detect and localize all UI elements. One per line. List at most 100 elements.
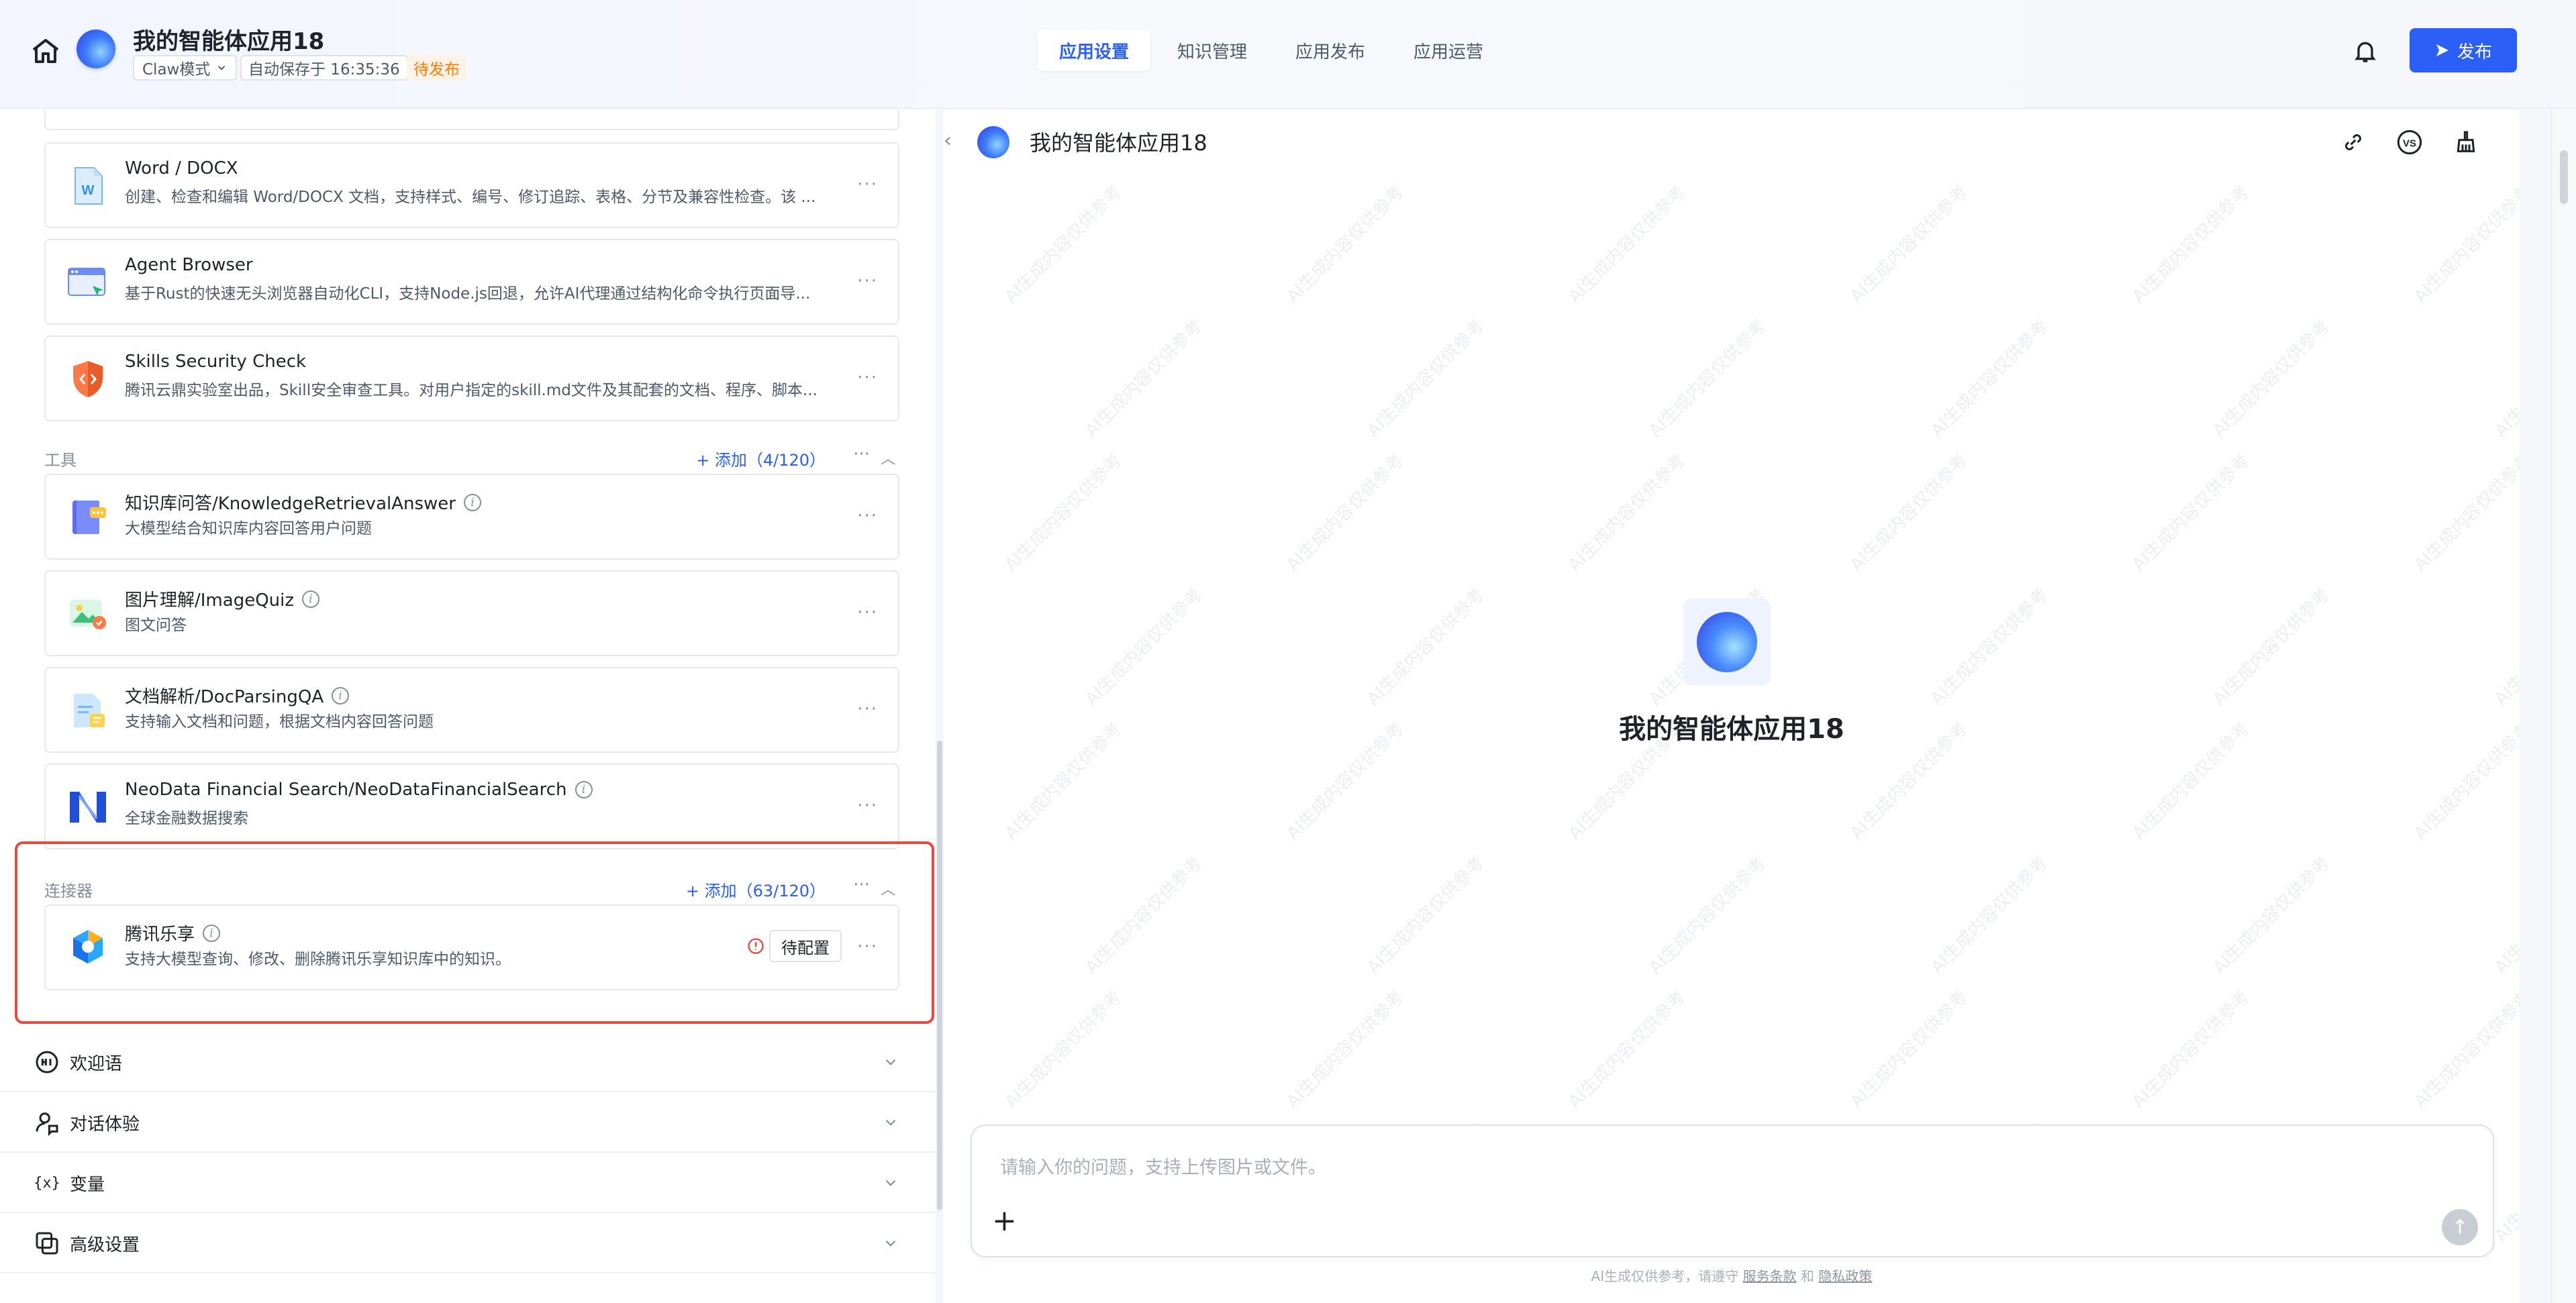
variables-section[interactable]: {x} 变量 (0, 1154, 936, 1213)
vs-compare-icon[interactable]: VS (2396, 129, 2423, 156)
more-icon[interactable]: ··· (857, 796, 878, 816)
connector-title-row: 腾讯乐享 i (125, 921, 221, 945)
chevron-left-icon[interactable]: ‹ (944, 129, 952, 152)
knowledge-book-icon (72, 501, 106, 534)
more-icon[interactable]: ··· (857, 271, 878, 291)
tool-card-doc-parsing[interactable]: 文档解析/DocParsingQA i 支持输入文档和问题，根据文档内容回答问题 … (44, 667, 899, 753)
watermark-text: AI生成内容仅供参考 (2491, 316, 2520, 441)
chevron-down-icon (885, 1240, 896, 1247)
section-label: 欢迎语 (70, 1053, 123, 1074)
chevron-up-icon[interactable]: ︿ (881, 447, 895, 468)
info-icon[interactable]: i (464, 493, 481, 511)
tool-card-image-quiz[interactable]: 图片理解/ImageQuiz i 图文问答 ··· (44, 570, 899, 656)
watermark-text: AI生成内容仅供参考 (1565, 450, 1690, 576)
tab-operations[interactable]: 应用运营 (1392, 30, 1505, 71)
watermark-text: AI生成内容仅供参考 (1363, 853, 1489, 978)
more-icon[interactable]: ··· (853, 444, 870, 464)
info-icon[interactable]: i (203, 924, 221, 942)
more-icon[interactable]: ··· (857, 937, 878, 957)
chevron-up-icon[interactable]: ︿ (881, 878, 895, 899)
info-icon[interactable]: i (332, 686, 350, 705)
more-icon[interactable]: ··· (853, 875, 870, 895)
mode-select[interactable]: Claw模式 (133, 55, 238, 81)
watermark-text: AI生成内容仅供参考 (1283, 182, 1408, 307)
watermark-text: AI生成内容仅供参考 (1283, 450, 1408, 576)
variable-icon: {x} (34, 1174, 60, 1192)
watermark-text: AI生成内容仅供参考 (2209, 316, 2334, 441)
more-icon[interactable]: ··· (857, 699, 878, 719)
hi-icon (36, 1051, 58, 1074)
add-attachment-icon[interactable]: + (992, 1206, 1017, 1236)
page-scrollbar[interactable] (2550, 110, 2576, 1303)
add-tool-button[interactable]: + 添加（4/120） (696, 447, 826, 470)
home-icon[interactable] (30, 35, 62, 67)
more-icon[interactable]: ··· (857, 603, 878, 623)
lexiang-logo-icon (73, 930, 103, 963)
section-label: 高级设置 (70, 1235, 140, 1255)
disclaimer-text: AI生成仅供参考，请遵守 (1591, 1268, 1739, 1284)
settings-copy-icon (36, 1232, 58, 1255)
skill-card-partial[interactable] (44, 110, 899, 130)
connector-title: 腾讯乐享 (125, 925, 195, 945)
tab-app-settings[interactable]: 应用设置 (1038, 30, 1151, 71)
svg-text:W: W (82, 183, 95, 198)
tool-title-row: 文档解析/DocParsingQA i (125, 683, 350, 708)
watermark-text: AI生成内容仅供参考 (1001, 182, 1126, 307)
tool-card-neodata[interactable]: NeoData Financial Search/NeoDataFinancia… (44, 764, 899, 849)
top-bar: 我的智能体应用18 Claw模式 自动保存于 16:35:36 待发布 应用设置… (0, 0, 2576, 109)
watermark-text: AI生成内容仅供参考 (2491, 584, 2520, 710)
clear-broom-icon[interactable] (2453, 129, 2479, 156)
tool-title: NeoData Financial Search/NeoDataFinancia… (125, 780, 567, 800)
watermark-text: AI生成内容仅供参考 (1363, 316, 1489, 441)
skill-card-security-check[interactable]: Skills Security Check 腾讯云鼎实验室出品，Skill安全审… (44, 335, 899, 421)
add-connector-button[interactable]: + 添加（63/120） (686, 878, 826, 901)
send-button[interactable]: ↑ (2442, 1209, 2478, 1245)
watermark-text: AI生成内容仅供参考 (1081, 853, 1207, 978)
publish-button[interactable]: 发布 (2410, 28, 2517, 72)
browser-icon (68, 268, 105, 296)
info-icon[interactable]: i (575, 781, 593, 798)
scrollbar-thumb[interactable] (2560, 150, 2568, 204)
chat-input-box[interactable]: 请输入你的问题，支持上传图片或文件。 + ↑ (971, 1125, 2494, 1257)
watermark-text: AI生成内容仅供参考 (1645, 316, 1771, 441)
connector-card-lexiang[interactable]: 腾讯乐享 i 支持大模型查询、修改、删除腾讯乐享知识库中的知识。 待配置 ··· (44, 904, 899, 990)
skill-title: Skills Security Check (125, 352, 307, 372)
welcome-section[interactable]: 欢迎语 (0, 1033, 936, 1092)
chat-input-placeholder[interactable]: 请输入你的问题，支持上传图片或文件。 (1000, 1153, 1326, 1179)
more-icon[interactable]: ··· (857, 506, 878, 526)
watermark-text: AI生成内容仅供参考 (1001, 987, 1126, 1112)
scrollbar-thumb[interactable] (937, 741, 942, 1210)
tool-title-row: NeoData Financial Search/NeoDataFinancia… (125, 780, 593, 800)
bell-icon[interactable] (2352, 38, 2379, 64)
chevron-down-icon (885, 1180, 896, 1186)
watermark-text: AI生成内容仅供参考 (2209, 584, 2334, 710)
left-scrollbar[interactable] (936, 110, 944, 1303)
watermark-text: AI生成内容仅供参考 (2491, 853, 2520, 978)
tool-desc: 全球金融数据搜索 (125, 810, 248, 827)
more-icon[interactable]: ··· (857, 174, 878, 195)
watermark-text: AI生成内容仅供参考 (1001, 450, 1126, 576)
tool-desc: 大模型结合知识库内容回答用户问题 (125, 520, 372, 537)
tool-desc: 支持输入文档和问题，根据文档内容回答问题 (125, 713, 434, 731)
chat-experience-section[interactable]: 对话体验 (0, 1094, 936, 1153)
tab-publish[interactable]: 应用发布 (1274, 30, 1387, 71)
skill-card-agent-browser[interactable]: Agent Browser 基于Rust的快速无头浏览器自动化CLI，支持Nod… (44, 239, 899, 325)
privacy-link[interactable]: 隐私政策 (1818, 1268, 1872, 1284)
info-icon[interactable]: i (302, 590, 320, 608)
skill-card-word[interactable]: W Word / DOCX 创建、检查和编辑 Word/DOCX 文档，支持样式… (44, 142, 899, 228)
more-icon[interactable]: ··· (857, 368, 878, 388)
app-logo (977, 126, 1009, 158)
watermark-text: AI生成内容仅供参考 (1927, 584, 2052, 710)
tool-title: 知识库问答/KnowledgeRetrievalAnswer (125, 494, 456, 514)
tab-knowledge[interactable]: 知识管理 (1156, 30, 1269, 71)
chevron-down-icon (218, 66, 226, 70)
section-label: 变量 (70, 1174, 105, 1195)
watermark-text: AI生成内容仅供参考 (1565, 987, 1690, 1112)
tool-card-knowledge-retrieval[interactable]: 知识库问答/KnowledgeRetrievalAnswer i 大模型结合知识库… (44, 474, 899, 560)
link-icon[interactable] (2340, 129, 2367, 156)
watermark-text: AI生成内容仅供参考 (1363, 584, 1489, 710)
app-title[interactable]: 我的智能体应用18 (133, 23, 324, 56)
terms-link[interactable]: 服务条款 (1743, 1268, 1797, 1284)
configure-button[interactable]: 待配置 (769, 930, 842, 962)
advanced-settings-section[interactable]: 高级设置 (0, 1214, 936, 1273)
